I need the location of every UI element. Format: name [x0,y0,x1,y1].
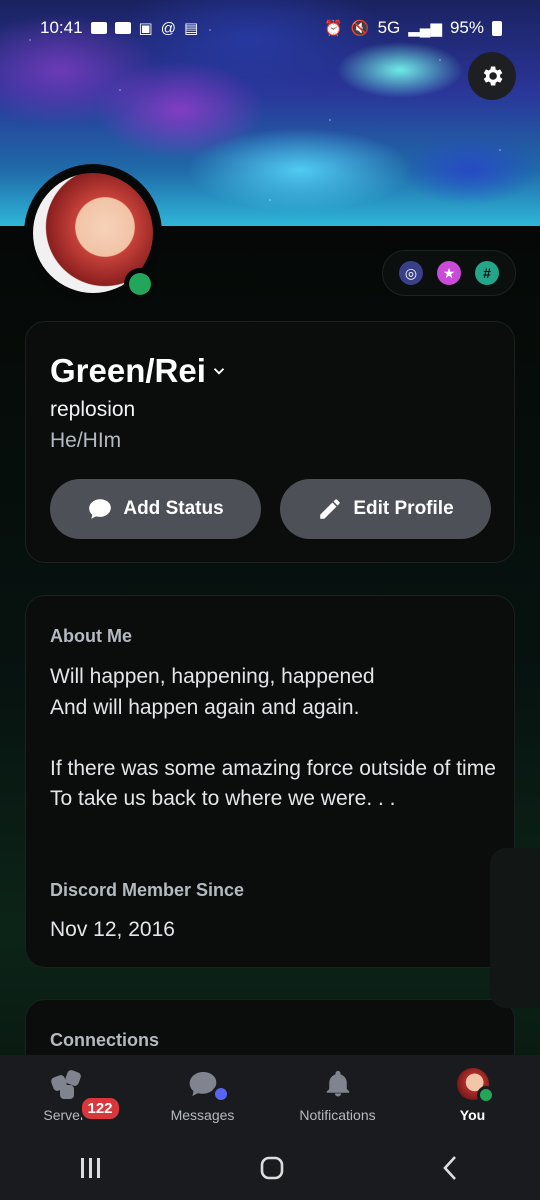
nav-messages[interactable]: Messages [138,1055,268,1135]
online-status-icon [129,273,151,295]
side-panel-handle[interactable] [490,848,540,1008]
network-label: 5G [377,18,401,37]
servers-notification-badge: 122 [78,1095,122,1122]
back-icon[interactable] [438,1153,464,1183]
mail-icon [90,22,107,34]
about-card: About Me Will happen, happening, happene… [25,595,515,968]
recent-apps-icon[interactable] [76,1155,106,1181]
signal-icon: ▂▄▆ [408,19,442,37]
hypesquad-badge-icon[interactable]: ◎ [399,261,423,285]
app-notification-icon: ▤ [183,19,199,37]
display-name-button[interactable]: Green/Rei [50,352,228,390]
mute-icon: 🔇 [350,19,370,37]
about-me-title: About Me [50,626,132,646]
speech-bubble-icon [89,499,112,519]
at-icon: @ [160,19,176,37]
pencil-icon [320,499,341,519]
mail-icon [114,22,131,34]
profile-card: Green/Rei replosion He/HIm Add Status Ed… [25,321,515,563]
nav-messages-label: Messages [170,1107,235,1123]
servers-icon [50,1070,81,1099]
display-name: Green/Rei [50,352,206,389]
about-me-text: Will happen, happening, happened And wil… [50,665,496,810]
gear-icon [483,66,503,86]
presence-indicator [124,268,156,300]
add-status-button[interactable]: Add Status [50,479,261,539]
bell-icon [326,1070,349,1097]
app-notification-icon: ▣ [138,19,153,37]
nav-you-label: You [459,1107,486,1123]
hashtag-badge-icon[interactable]: # [475,261,499,285]
messages-unread-dot [211,1085,230,1103]
status-bar: 10:41 ▣ @ ▤ ⏰ 🔇 5G ▂▄▆ 95% [0,0,540,56]
nav-you[interactable]: You [408,1055,538,1135]
nav-servers[interactable]: 122 Servers [3,1055,133,1135]
home-icon[interactable] [257,1153,287,1183]
pronouns: He/HIm [50,429,122,452]
status-time: 10:41 [40,18,83,37]
battery-percent: 95% [449,18,484,37]
edit-profile-button[interactable]: Edit Profile [280,479,491,539]
system-nav-bar [0,1135,540,1200]
alarm-icon: ⏰ [324,19,343,37]
you-avatar [456,1068,495,1104]
bottom-nav: 122 Servers Messages Notifications You [0,1055,540,1135]
member-since-date: Nov 12, 2016 [50,918,175,941]
online-status-icon [476,1086,495,1104]
settings-button[interactable] [468,52,516,100]
battery-icon [492,20,502,36]
nav-notifications-label: Notifications [299,1107,376,1123]
nitro-star-badge-icon[interactable]: ★ [437,261,461,285]
nav-notifications[interactable]: Notifications [273,1055,403,1135]
member-since-title: Discord Member Since [50,880,245,900]
connections-title: Connections [50,1030,160,1050]
add-status-label: Add Status [123,498,224,519]
chevron-down-icon [213,368,225,375]
profile-badges[interactable]: ◎ ★ # [382,250,516,296]
edit-profile-label: Edit Profile [353,498,454,519]
username: replosion [50,398,136,421]
